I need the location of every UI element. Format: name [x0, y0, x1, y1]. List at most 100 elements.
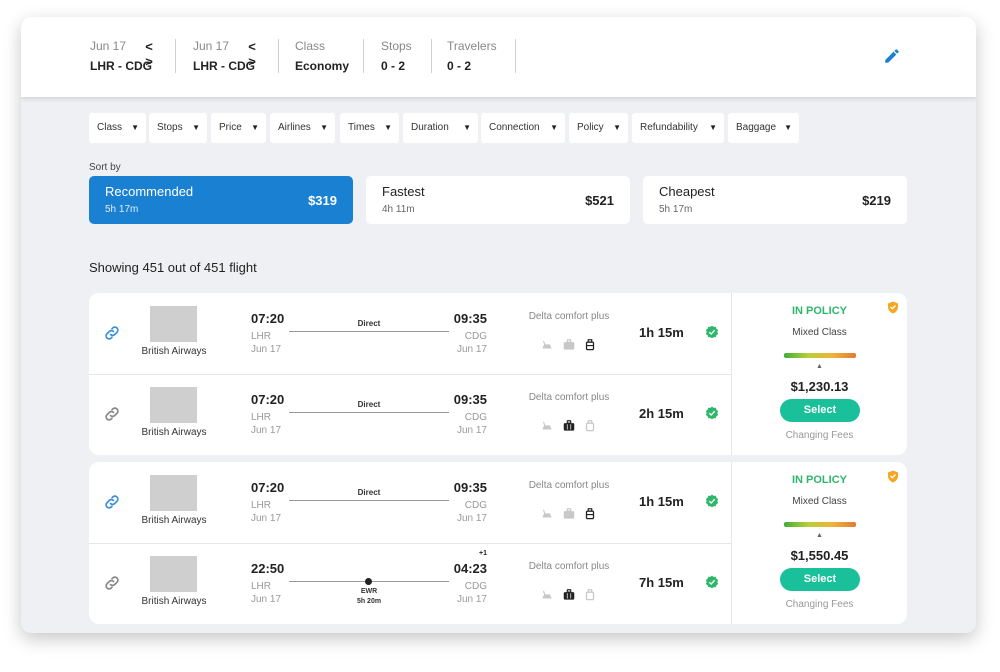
seat-icon [542, 590, 552, 599]
route-type: Direct [357, 400, 381, 409]
flight-duration: 2h 15m [639, 406, 684, 421]
app-frame: Jun 17 LHR - CDG <> Jun 17 LHR - CDG <> … [21, 17, 976, 633]
sort-price: $319 [308, 193, 337, 208]
filter-stops[interactable]: Stops ▼ [149, 113, 207, 143]
search-summary-bar: Jun 17 LHR - CDG <> Jun 17 LHR - CDG <> … [21, 17, 976, 97]
filter-policy[interactable]: Policy ▼ [569, 113, 628, 143]
filter-airlines[interactable]: Airlines ▼ [270, 113, 335, 143]
header-divider [515, 39, 516, 73]
filter-refundability[interactable]: Refundability ▼ [632, 113, 724, 143]
return-segment[interactable]: Jun 17 LHR - CDG <> [193, 39, 257, 75]
stops-value: 0 - 2 [381, 59, 406, 73]
airline-name: British Airways [141, 515, 207, 526]
gauge-pointer-icon: ▲ [816, 532, 823, 539]
sort-name: Cheapest [659, 184, 715, 199]
verified-check-icon [705, 494, 719, 508]
policy-status: IN POLICY [791, 474, 847, 486]
filter-class[interactable]: Class ▼ [89, 113, 146, 143]
sort-recommended[interactable]: Recommended 5h 17m $319 [89, 176, 353, 224]
route-line [289, 412, 449, 413]
sort-price: $521 [585, 193, 614, 208]
stopover-airport: EWR [360, 588, 378, 595]
sort-by-label: Sort by [89, 162, 121, 173]
sort-fastest[interactable]: Fastest 4h 11m $521 [366, 176, 630, 224]
caret-down-icon: ▼ [384, 123, 392, 132]
link-icon[interactable] [103, 324, 121, 342]
arrival-date: Jun 17 [456, 425, 487, 436]
next-date-icon[interactable]: > [247, 54, 257, 69]
policy-gauge [784, 353, 856, 358]
sort-name: Recommended [105, 184, 194, 199]
departure-airport: LHR [251, 331, 272, 342]
flight-row[interactable]: British Airways 22:50 LHR Jun 17 EWR 5h … [89, 543, 731, 624]
header-divider [175, 39, 176, 73]
select-button[interactable]: Select [780, 399, 860, 422]
suitcase-icon [563, 339, 575, 350]
verified-check-icon [705, 406, 719, 420]
prev-date-icon[interactable]: < [144, 39, 154, 54]
class-mix: Mixed Class [792, 327, 847, 338]
stops-segment[interactable]: Stops 0 - 2 [381, 39, 412, 75]
select-button[interactable]: Select [780, 568, 860, 591]
verified-check-icon [705, 575, 719, 589]
fare-name: Delta comfort plus [528, 392, 610, 403]
filter-duration[interactable]: Duration ▼ [403, 113, 478, 143]
caret-down-icon: ▼ [784, 123, 792, 132]
prev-date-icon[interactable]: < [247, 39, 257, 54]
arrival-airport: CDG [464, 581, 487, 592]
travelers-segment[interactable]: Travelers 0 - 2 [447, 39, 497, 75]
flight-group: British Airways 07:20 LHR Jun 17 Direct … [89, 462, 907, 624]
flight-duration: 1h 15m [639, 325, 684, 340]
class-segment[interactable]: Class Economy [295, 39, 349, 75]
changing-fees-link[interactable]: Changing Fees [732, 430, 907, 441]
return-date-arrows: <> [247, 39, 257, 69]
fare-name: Delta comfort plus [528, 311, 610, 322]
stopover-dot [365, 578, 372, 585]
flight-row[interactable]: British Airways 07:20 LHR Jun 17 Direct … [89, 462, 731, 543]
filter-baggage[interactable]: Baggage ▼ [728, 113, 799, 143]
departure-date: Jun 17 [251, 513, 282, 524]
fare-name: Delta comfort plus [528, 480, 610, 491]
results-summary: Showing 451 out of 451 flight [89, 260, 257, 275]
caret-down-icon: ▼ [131, 123, 139, 132]
link-icon[interactable] [103, 493, 121, 511]
route-line [289, 331, 449, 332]
link-icon[interactable] [103, 405, 121, 423]
seat-icon [542, 421, 552, 430]
caret-down-icon: ▼ [709, 123, 717, 132]
flight-row[interactable]: British Airways 07:20 LHR Jun 17 Direct … [89, 374, 731, 455]
caret-down-icon: ▼ [463, 123, 471, 132]
filter-connection[interactable]: Connection ▼ [481, 113, 565, 143]
policy-gauge [784, 522, 856, 527]
policy-panel: IN POLICY Mixed Class ▲ $1,550.45 Select… [732, 462, 907, 624]
outbound-segment[interactable]: Jun 17 LHR - CDG <> [90, 39, 154, 75]
verified-check-icon [705, 325, 719, 339]
outbound-route: LHR - CDG [90, 59, 152, 73]
gauge-pointer-icon: ▲ [816, 363, 823, 370]
seat-icon [542, 509, 552, 518]
arrival-time: 04:23 [453, 561, 487, 576]
filter-label: Baggage [736, 122, 777, 133]
arrival-time: 09:35 [453, 392, 487, 407]
route-line [289, 500, 449, 501]
airline-logo [150, 306, 197, 342]
flight-duration: 1h 15m [639, 494, 684, 509]
stopover-duration: 5h 20m [356, 598, 382, 605]
sort-duration: 5h 17m [659, 204, 693, 215]
link-icon[interactable] [103, 574, 121, 592]
filter-times[interactable]: Times ▼ [340, 113, 399, 143]
outbound-date-arrows: <> [144, 39, 154, 69]
arrival-date: Jun 17 [456, 513, 487, 524]
filter-price[interactable]: Price ▼ [211, 113, 266, 143]
seat-icon [542, 340, 552, 349]
airline-logo [150, 556, 197, 592]
flight-row[interactable]: British Airways 07:20 LHR Jun 17 Direct … [89, 293, 731, 374]
sort-cheapest[interactable]: Cheapest 5h 17m $219 [643, 176, 907, 224]
changing-fees-link[interactable]: Changing Fees [732, 599, 907, 610]
outbound-date: Jun 17 [90, 39, 127, 53]
airline-logo [150, 387, 197, 423]
arrival-date: Jun 17 [456, 344, 487, 355]
pencil-icon[interactable] [883, 47, 901, 65]
next-date-icon[interactable]: > [144, 54, 154, 69]
stops-label: Stops [381, 39, 412, 53]
